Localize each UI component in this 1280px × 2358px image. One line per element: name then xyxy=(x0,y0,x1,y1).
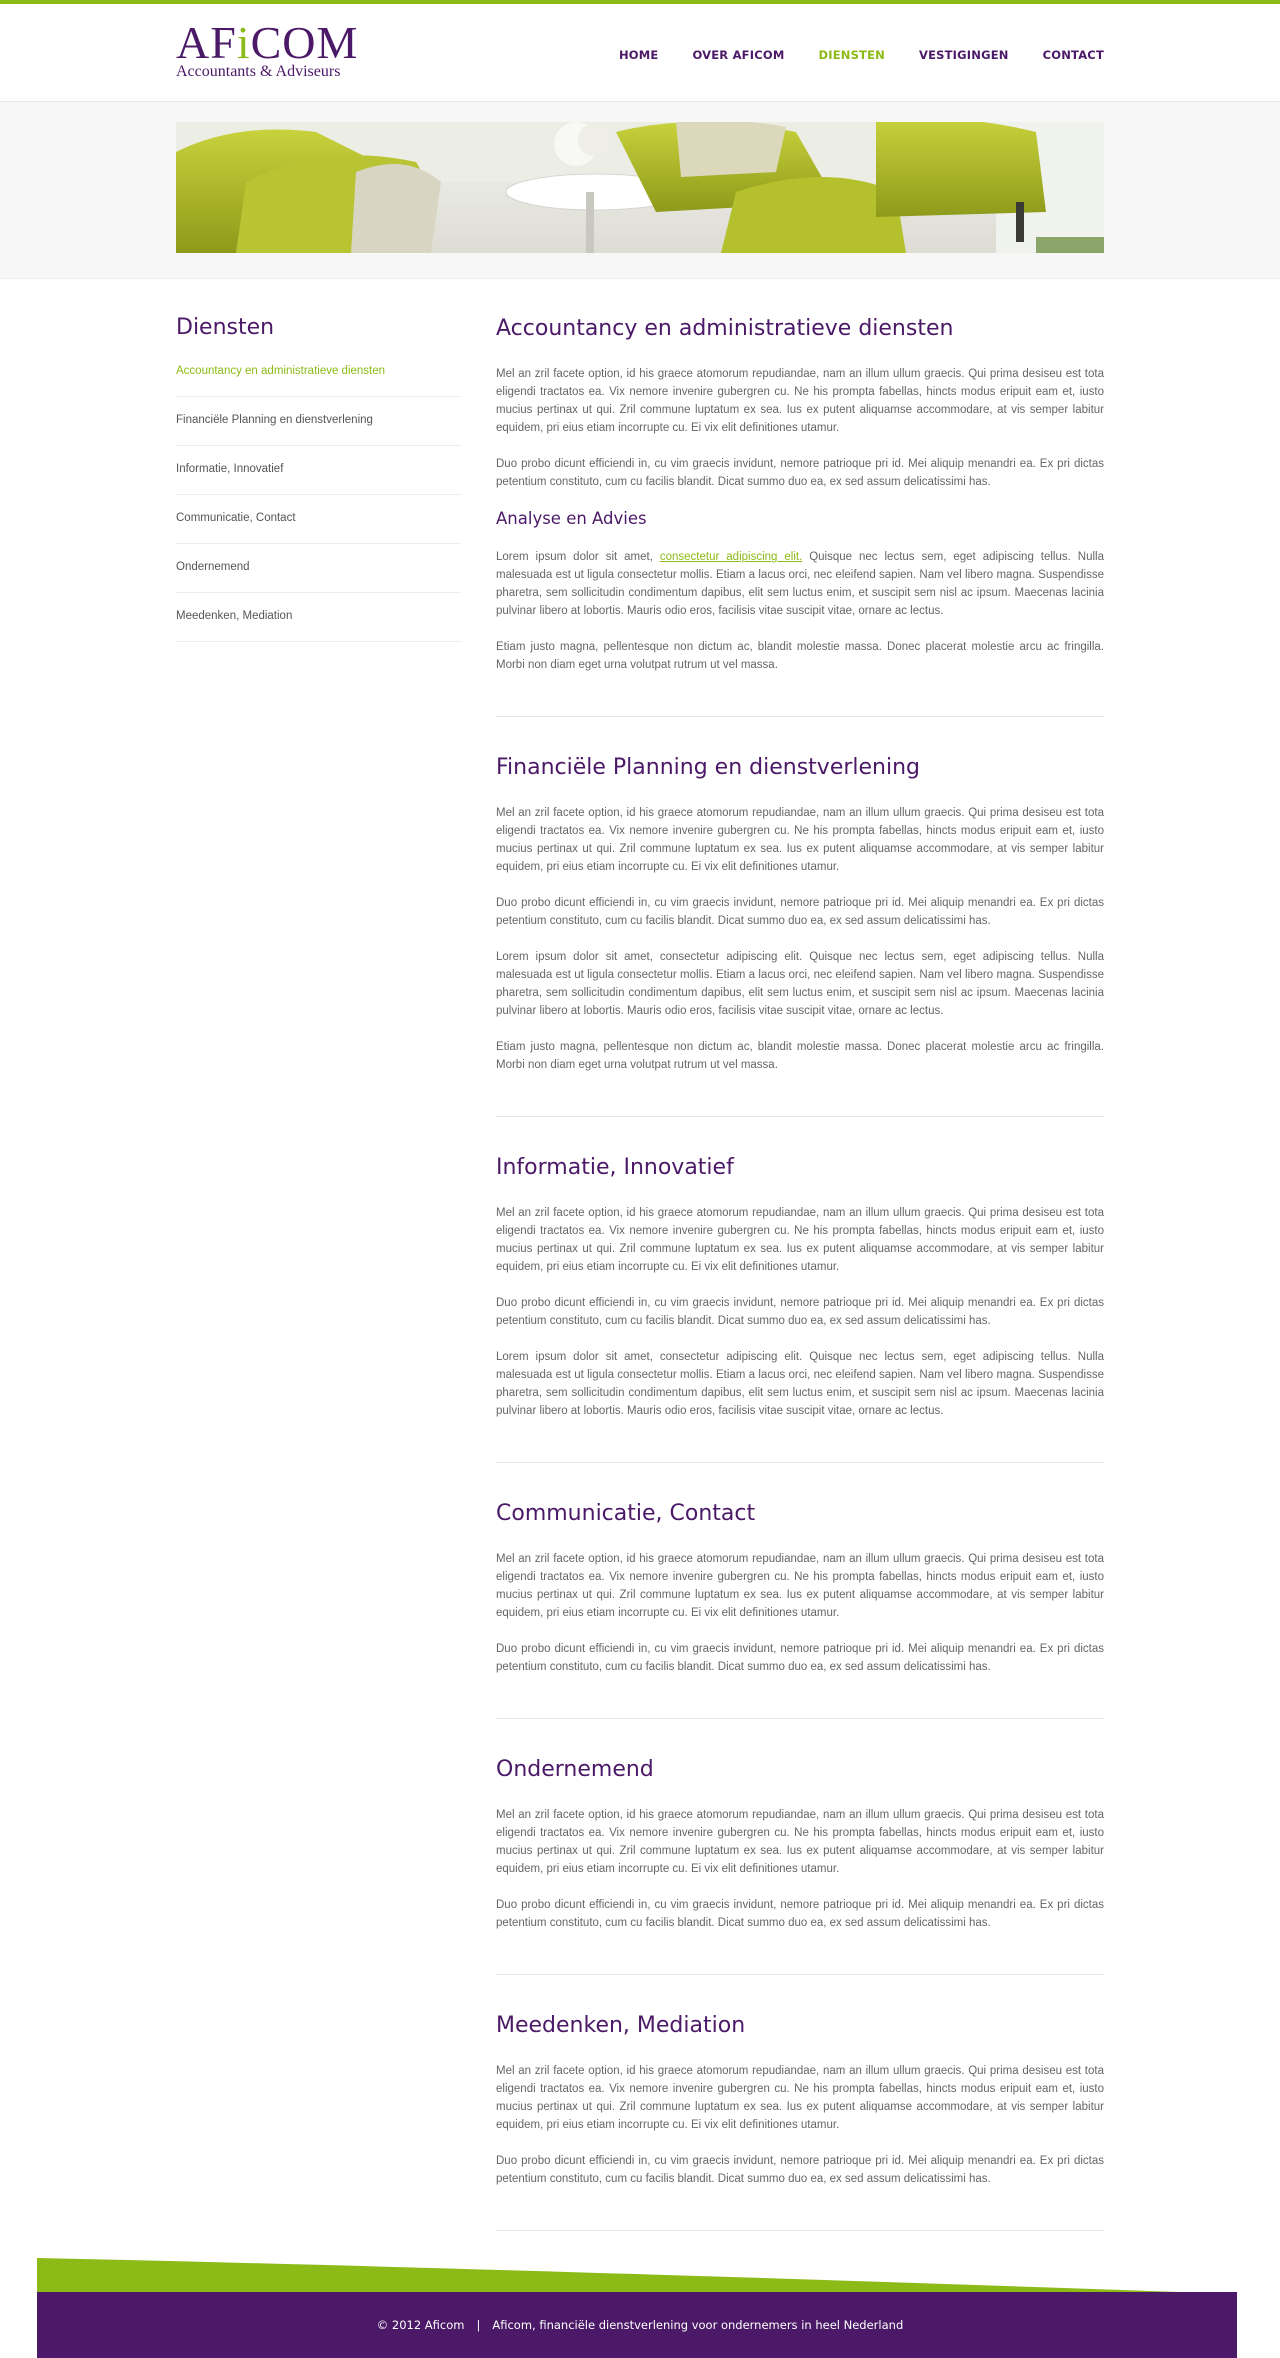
logo-tagline: Accountants & Adviseurs xyxy=(176,63,341,80)
paragraph: Mel an zril facete option, id his graece… xyxy=(496,1553,1104,1619)
main-content: Accountancy en administratieve diensten … xyxy=(496,315,1104,2268)
section-title: Meedenken, Mediation xyxy=(496,2013,746,2038)
section-title: Ondernemend xyxy=(496,1757,654,1782)
paragraph: Etiam justo magna, pellentesque non dict… xyxy=(496,641,1104,671)
paragraph: Mel an zril facete option, id his graece… xyxy=(496,807,1104,873)
nav-contact[interactable]: CONTACT xyxy=(1043,48,1104,62)
lounge-chairs-image xyxy=(176,122,1104,253)
paragraph: Mel an zril facete option, id his graece… xyxy=(496,2065,1104,2131)
sidebar-item-financiele-planning[interactable]: Financiële Planning en dienstverlening xyxy=(176,397,461,446)
footer-tagline: Aficom, financiële dienstverlening voor … xyxy=(492,2318,904,2332)
section-title: Accountancy en administratieve diensten xyxy=(496,316,954,341)
inline-link[interactable]: consectetur adipiscing elit. xyxy=(660,551,802,563)
nav-vestigingen[interactable]: VESTIGINGEN xyxy=(919,48,1009,62)
logo-wordmark: AFiCOM xyxy=(176,17,359,68)
nav-diensten[interactable]: DIENSTEN xyxy=(818,48,885,62)
section-title: Communicatie, Contact xyxy=(496,1501,756,1526)
paragraph: Duo probo dicunt efficiendi in, cu vim g… xyxy=(496,1899,1104,1929)
paragraph: Mel an zril facete option, id his graece… xyxy=(496,368,1104,434)
paragraph: Duo probo dicunt efficiendi in, cu vim g… xyxy=(496,458,1104,488)
paragraph: Duo probo dicunt efficiendi in, cu vim g… xyxy=(496,1297,1104,1327)
site-footer: © 2012 Aficom | Aficom, financiële dienstv… xyxy=(0,2258,1280,2358)
paragraph: Duo probo dicunt efficiendi in, cu vim g… xyxy=(496,2155,1104,2185)
sidebar-item-meedenken[interactable]: Meedenken, Mediation xyxy=(176,593,461,642)
sidebar-title: Diensten xyxy=(176,315,275,340)
section-financiele-planning: Financiële Planning en dienstverlening M… xyxy=(496,754,1104,1117)
section-accountancy: Accountancy en administratieve diensten … xyxy=(496,315,1104,717)
paragraph: Lorem ipsum dolor sit amet, consectetur … xyxy=(496,951,1104,1017)
sidebar-item-communicatie[interactable]: Communicatie, Contact xyxy=(176,495,461,544)
nav-over-aficom[interactable]: OVER AFICOM xyxy=(692,48,784,62)
paragraph: Mel an zril facete option, id his graece… xyxy=(496,1207,1104,1273)
paragraph: Mel an zril facete option, id his graece… xyxy=(496,1809,1104,1875)
paragraph: Lorem ipsum dolor sit amet, consectetur … xyxy=(496,551,1104,617)
main-nav: HOME OVER AFICOM DIENSTEN VESTIGINGEN CO… xyxy=(585,48,1104,62)
sidebar-item-ondernemend[interactable]: Ondernemend xyxy=(176,544,461,593)
section-title: Informatie, Innovatief xyxy=(496,1155,734,1180)
section-communicatie: Communicatie, Contact Mel an zril facete… xyxy=(496,1500,1104,1719)
paragraph: Lorem ipsum dolor sit amet, consectetur … xyxy=(496,1351,1104,1417)
banner-image xyxy=(176,122,1104,253)
logo[interactable]: AFiCOM Accountants & Adviseurs xyxy=(176,17,359,90)
section-ondernemend: Ondernemend Mel an zril facete option, i… xyxy=(496,1756,1104,1975)
sidebar-item-informatie[interactable]: Informatie, Innovatief xyxy=(176,446,461,495)
nav-home[interactable]: HOME xyxy=(619,48,659,62)
banner-band xyxy=(0,102,1280,279)
section-subtitle: Analyse en Advies xyxy=(496,509,647,528)
paragraph: Etiam justo magna, pellentesque non dict… xyxy=(496,1041,1104,1071)
paragraph: Duo probo dicunt efficiendi in, cu vim g… xyxy=(496,1643,1104,1673)
section-informatie: Informatie, Innovatief Mel an zril facet… xyxy=(496,1154,1104,1463)
paragraph: Duo probo dicunt efficiendi in, cu vim g… xyxy=(496,897,1104,927)
sidebar-item-accountancy[interactable]: Accountancy en administratieve diensten xyxy=(176,360,461,397)
sidebar: Diensten Accountancy en administratieve … xyxy=(176,315,461,2268)
footer-separator: | xyxy=(476,2318,481,2332)
site-header: AFiCOM Accountants & Adviseurs HOME OVER… xyxy=(0,4,1280,102)
section-meedenken: Meedenken, Mediation Mel an zril facete … xyxy=(496,2012,1104,2231)
footer-copyright: © 2012 Aficom xyxy=(376,2318,465,2332)
section-title: Financiële Planning en dienstverlening xyxy=(496,755,921,780)
